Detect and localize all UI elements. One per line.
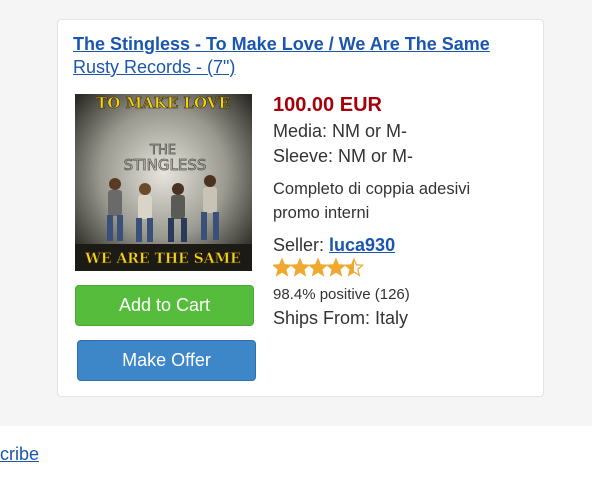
label-format-link[interactable]: Rusty Records - (7") bbox=[73, 57, 235, 78]
cover-top-text: TO MAKE LOVE bbox=[96, 94, 230, 112]
star-fill-icon bbox=[273, 259, 291, 276]
seller-feedback[interactable]: 98.4% positive (126) bbox=[273, 286, 410, 303]
media-condition: Media: NM or M- bbox=[273, 121, 408, 141]
ships-from: Ships From: Italy bbox=[273, 308, 409, 328]
seller-rating bbox=[271, 257, 373, 278]
seller-line: Seller: luca930 bbox=[273, 235, 395, 256]
star-fill-icon bbox=[327, 259, 345, 276]
star-fill-icon bbox=[309, 259, 327, 276]
cover-bottom-text: WE ARE THE SAME bbox=[84, 251, 241, 267]
listing-comment: Completo di coppia adesivi promo interni bbox=[273, 180, 471, 222]
sleeve-condition: Sleeve: NM or M- bbox=[273, 146, 414, 166]
seller-prefix: Seller: bbox=[273, 235, 330, 255]
price: 100.00 EUR bbox=[273, 94, 382, 116]
cover-image[interactable]: TO MAKE LOVE THE STINGLESS WE ARE THE SA… bbox=[75, 94, 252, 271]
make-offer-button[interactable]: Make Offer bbox=[77, 340, 256, 381]
listing-card: The Stingless - To Make Love / We Are Th… bbox=[57, 19, 544, 397]
seller-name-link[interactable]: luca930 bbox=[329, 235, 395, 255]
cover-band-text-2: STINGLESS bbox=[124, 156, 207, 174]
listing-title-link[interactable]: The Stingless - To Make Love / We Are Th… bbox=[73, 34, 490, 55]
add-to-cart-button[interactable]: Add to Cart bbox=[75, 285, 254, 326]
star-fill-icon bbox=[291, 259, 309, 276]
subscribe-link[interactable]: cribe bbox=[0, 444, 39, 465]
